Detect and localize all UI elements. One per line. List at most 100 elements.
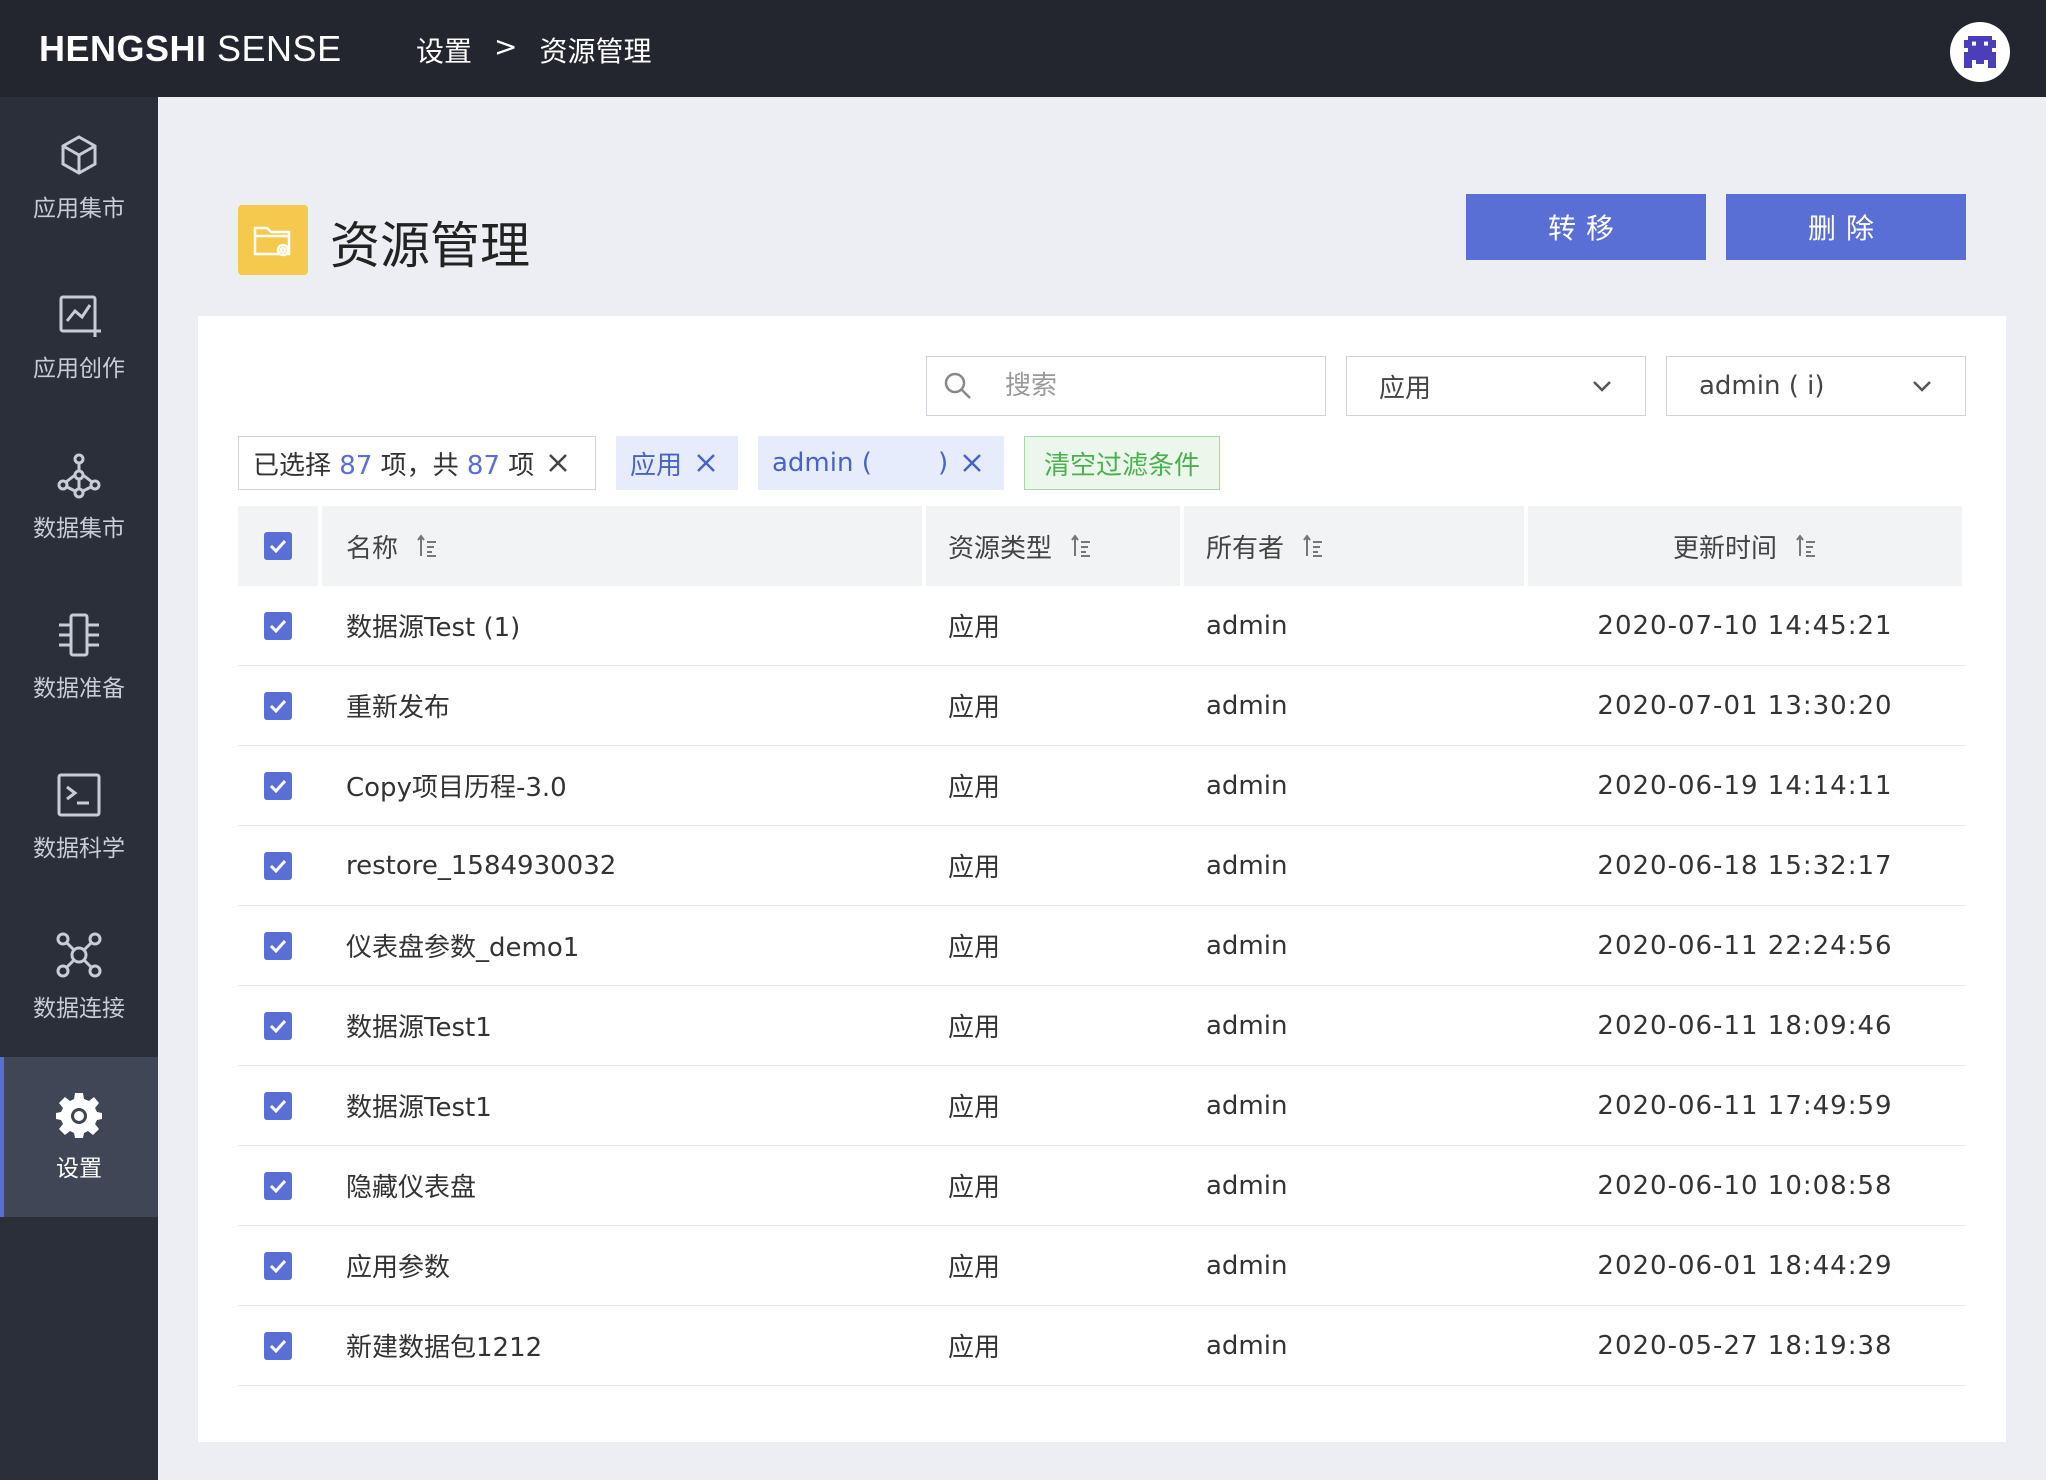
table-row[interactable]: 新建数据包1212 应用 admin 2020-05-27 18:19:38 [238,1306,1966,1386]
avatar[interactable] [1950,22,2010,82]
sidebar-item-label: 设置 [56,1156,102,1182]
row-select-cell [238,586,318,665]
selected-suffix: 项 [508,450,535,481]
sort-icon[interactable] [416,534,438,558]
gear-icon [56,1093,102,1138]
type-select-value: 应用 [1379,373,1432,404]
sidebar-item-label: 数据准备 [33,676,125,702]
column-header-type[interactable]: 资源类型 [926,506,1180,586]
table-row[interactable]: 仪表盘参数_demo1 应用 admin 2020-06-11 22:24:56 [238,906,1966,986]
select-all-checkbox[interactable] [264,532,292,560]
resource-updated-time: 2020-06-11 17:49:59 [1597,1090,1893,1121]
owner-select[interactable]: admin ( i) [1666,356,1966,416]
sidebar-item-label: 数据连接 [33,996,125,1022]
select-all-cell [238,506,318,586]
chevron-down-icon [1593,381,1611,392]
table-row[interactable]: 数据源Test (1) 应用 admin 2020-07-10 14:45:21 [238,586,1966,666]
resource-name[interactable]: 应用参数 [322,1226,922,1305]
table-row[interactable]: restore_1584930032 应用 admin 2020-06-18 1… [238,826,1966,906]
selected-mid: 项，共 [380,450,459,481]
row-checkbox[interactable] [264,771,292,800]
resource-name[interactable]: 数据源Test1 [322,1066,922,1145]
sidebar-item-data-prep[interactable]: 数据准备 [0,577,158,737]
chevron-down-icon [1913,381,1931,392]
row-checkbox[interactable] [264,1331,292,1360]
resource-name[interactable]: 数据源Test (1) [322,586,922,665]
resource-owner: admin [1206,1250,1288,1281]
resource-name[interactable]: 新建数据包1212 [322,1306,922,1385]
table-row[interactable]: 应用参数 应用 admin 2020-06-01 18:44:29 [238,1226,1966,1306]
resource-updated-time: 2020-06-11 22:24:56 [1597,930,1893,961]
sidebar-item-label: 应用创作 [33,356,125,382]
column-header-time[interactable]: 更新时间 [1528,506,1962,586]
logo-light-text: SENSE [206,28,342,69]
check-icon [269,779,287,793]
delete-button[interactable]: 删除 [1726,194,1966,260]
transfer-button[interactable]: 转移 [1466,194,1706,260]
folder-settings-icon [238,205,308,275]
search-box[interactable] [926,356,1326,416]
row-checkbox[interactable] [264,851,292,880]
chart-add-icon [59,295,101,337]
table-row[interactable]: Copy项目历程-3.0 应用 admin 2020-06-19 14:14:1… [238,746,1966,826]
resource-name[interactable]: 重新发布 [322,666,922,745]
sidebar-item-app-create[interactable]: 应用创作 [0,257,158,417]
resource-owner: admin [1206,1090,1288,1121]
owner-filter-tag: admin ( ) [758,436,1004,490]
close-icon[interactable] [962,453,982,473]
table-row[interactable]: 数据源Test1 应用 admin 2020-06-11 17:49:59 [238,1066,1966,1146]
resource-type: 应用 [948,613,1001,643]
resource-type: 应用 [948,773,1001,803]
sidebar-item-app-market[interactable]: 应用集市 [0,97,158,257]
resource-name[interactable]: 隐藏仪表盘 [322,1146,922,1225]
row-checkbox[interactable] [264,1011,292,1040]
resource-name[interactable]: 数据源Test1 [322,986,922,1065]
check-icon [269,1019,287,1033]
row-checkbox[interactable] [264,931,292,960]
molecule-icon [57,453,101,499]
column-header-owner[interactable]: 所有者 [1184,506,1524,586]
resource-name[interactable]: restore_1584930032 [322,826,922,905]
selection-count-tag: 已选择 87 项，共 87 项 [238,436,596,490]
row-checkbox[interactable] [264,611,292,640]
row-select-cell [238,1146,318,1225]
sidebar-item-data-science[interactable]: 数据科学 [0,737,158,897]
sidebar-item-data-market[interactable]: 数据集市 [0,417,158,577]
close-icon[interactable] [548,453,568,473]
type-filter-label: 应用 [630,450,683,481]
logo-bold-text: HENGSHI [39,28,207,69]
app-logo[interactable]: HENGSHI SENSE [39,28,342,70]
clear-filters-button[interactable]: 清空过滤条件 [1024,436,1220,490]
check-icon [269,1179,287,1193]
close-icon[interactable] [696,453,716,473]
row-checkbox[interactable] [264,1251,292,1280]
network-icon [56,932,102,978]
table-row[interactable]: 隐藏仪表盘 应用 admin 2020-06-10 10:08:58 [238,1146,1966,1226]
table-row[interactable]: 数据源Test1 应用 admin 2020-06-11 18:09:46 [238,986,1966,1066]
selected-prefix: 已选择 [253,450,332,481]
search-input[interactable] [1005,371,1305,401]
row-select-cell [238,1066,318,1145]
sidebar-item-data-connect[interactable]: 数据连接 [0,897,158,1057]
row-checkbox[interactable] [264,1091,292,1120]
row-select-cell [238,986,318,1065]
sidebar-item-settings[interactable]: 设置 [0,1057,158,1217]
column-label: 所有者 [1206,533,1285,564]
table-row[interactable]: 重新发布 应用 admin 2020-07-01 13:30:20 [238,666,1966,746]
sort-icon[interactable] [1795,534,1817,558]
breadcrumb-settings[interactable]: 设置 [416,30,472,70]
sort-icon[interactable] [1070,534,1092,558]
resource-updated-time: 2020-06-11 18:09:46 [1597,1010,1893,1041]
resource-name[interactable]: 仪表盘参数_demo1 [322,906,922,985]
column-header-name[interactable]: 名称 [322,506,922,586]
breadcrumb-separator: > [494,30,518,63]
type-select[interactable]: 应用 [1346,356,1646,416]
resource-owner: admin [1206,850,1288,881]
row-checkbox[interactable] [264,691,292,720]
row-checkbox[interactable] [264,1171,292,1200]
sidebar: 应用集市 应用创作 数据集市 数据准备 数据科学 数据连接 设置 [0,97,158,1480]
column-label: 更新时间 [1672,533,1777,564]
sort-icon[interactable] [1302,534,1324,558]
resource-name[interactable]: Copy项目历程-3.0 [322,746,922,825]
check-icon [269,1099,287,1113]
